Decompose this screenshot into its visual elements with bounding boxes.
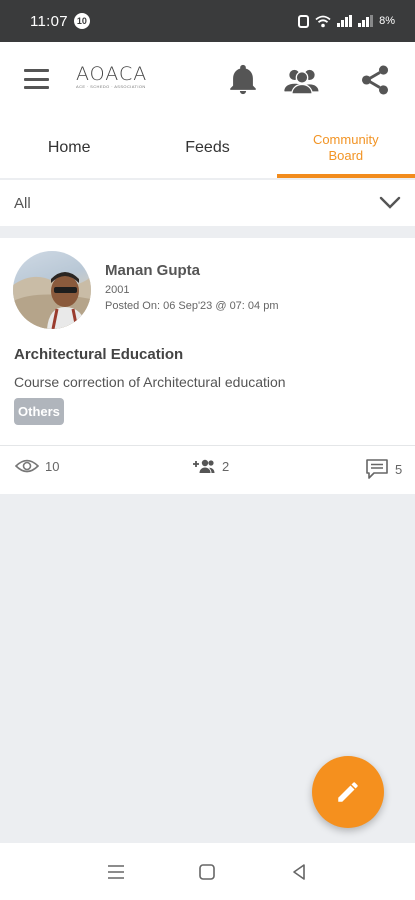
- comments-stat[interactable]: 5: [365, 458, 402, 480]
- signal-icon: [337, 15, 353, 27]
- category-tag[interactable]: Others: [14, 398, 64, 425]
- share-icon[interactable]: [358, 63, 392, 97]
- eye-icon: [15, 459, 39, 473]
- members-stat[interactable]: 2: [190, 458, 229, 474]
- chevron-down-icon: [379, 196, 401, 209]
- avatar[interactable]: [13, 251, 91, 329]
- tab-bar: Home Feeds Community Board: [0, 118, 415, 178]
- app-logo[interactable]: AOACA ACE · SCHEDO · ASSOCIATION: [76, 63, 148, 94]
- comment-icon: [366, 459, 388, 479]
- add-group-icon: [193, 459, 215, 473]
- logo-text: AOACA: [76, 63, 148, 85]
- tab-home[interactable]: Home: [0, 118, 138, 178]
- pencil-icon: [338, 782, 358, 802]
- back-button[interactable]: [279, 857, 319, 887]
- back-triangle-icon: [293, 863, 305, 880]
- recent-apps-button[interactable]: [96, 857, 136, 887]
- views-count: 10: [45, 458, 60, 474]
- home-button[interactable]: [187, 857, 227, 887]
- category-filter-dropdown[interactable]: All: [0, 180, 415, 226]
- recent-apps-icon: [107, 864, 124, 879]
- posted-date: Posted On: 06 Sep'23 @ 07: 04 pm: [105, 300, 279, 312]
- tab-community-board-label: Community Board: [312, 132, 379, 163]
- tab-feeds[interactable]: Feeds: [138, 118, 276, 178]
- card-divider: [0, 445, 415, 446]
- notification-count-badge: 10: [73, 13, 90, 29]
- signal-icon-2: [358, 15, 374, 27]
- battery-level: 8%: [379, 15, 395, 27]
- vibrate-icon: [298, 14, 310, 28]
- filter-selected-value: All: [14, 194, 31, 212]
- menu-icon[interactable]: [24, 69, 49, 89]
- system-nav-bar: [0, 843, 415, 900]
- author-year: 2001: [105, 284, 130, 296]
- post-card[interactable]: Manan Gupta 2001 Posted On: 06 Sep'23 @ …: [0, 238, 415, 494]
- views-stat: 10: [15, 458, 59, 474]
- people-icon[interactable]: [283, 63, 321, 97]
- home-square-icon: [199, 863, 216, 880]
- tab-community-board[interactable]: Community Board: [276, 118, 415, 178]
- status-time: 11:07: [30, 12, 68, 30]
- status-icons: 8%: [298, 14, 395, 28]
- members-count: 2: [222, 458, 230, 474]
- author-name[interactable]: Manan Gupta: [105, 262, 200, 279]
- app-header: AOACA ACE · SCHEDO · ASSOCIATION: [0, 42, 415, 118]
- comments-count: 5: [395, 461, 403, 477]
- avatar-photo: [13, 272, 91, 329]
- wifi-icon: [315, 15, 331, 27]
- create-post-button[interactable]: [312, 756, 384, 828]
- post-description: Course correction of Architectural educa…: [14, 374, 286, 390]
- logo-subtitle: ACE · SCHEDO · ASSOCIATION: [76, 84, 146, 89]
- status-bar: 11:07 10 8%: [0, 0, 415, 42]
- post-title[interactable]: Architectural Education: [14, 346, 183, 363]
- bell-icon[interactable]: [226, 63, 260, 97]
